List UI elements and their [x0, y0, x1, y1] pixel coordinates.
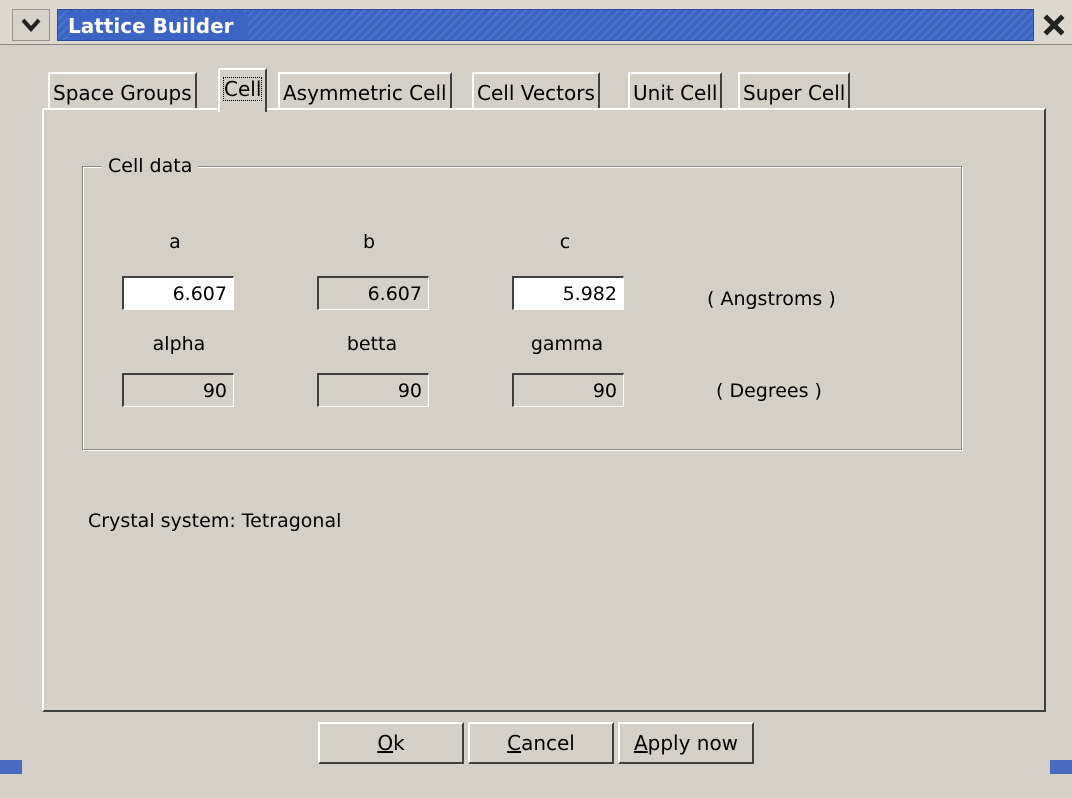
unit-degrees: ( Degrees ): [716, 380, 822, 402]
tab-unit-cell[interactable]: Unit Cell: [628, 72, 723, 110]
tab-cell-vectors[interactable]: Cell Vectors: [472, 72, 600, 110]
tab-label: Cell: [223, 77, 263, 101]
window-edge-left: [0, 760, 22, 774]
window-title: Lattice Builder: [68, 12, 248, 40]
ok-label-rest: k: [393, 731, 405, 755]
tab-label: Unit Cell: [633, 81, 718, 105]
tab-label: Asymmetric Cell: [283, 81, 447, 105]
cell-data-legend: Cell data: [102, 154, 199, 178]
cancel-mnemonic: C: [507, 731, 522, 755]
chevron-down-icon: [21, 18, 41, 33]
field-betta: [317, 373, 429, 407]
crystal-system-label: Crystal system: Tetragonal: [88, 510, 342, 532]
label-b: b: [362, 231, 376, 253]
tab-cell[interactable]: Cell: [218, 68, 268, 112]
cancel-button[interactable]: Cancel: [468, 722, 614, 764]
close-button[interactable]: [1039, 9, 1069, 41]
title-bar: Lattice Builder: [0, 0, 1072, 45]
close-icon: [1043, 14, 1065, 36]
window-menu-button[interactable]: [12, 9, 50, 41]
unit-angstroms: ( Angstroms ): [707, 288, 836, 310]
label-a: a: [169, 231, 181, 253]
tab-label: Super Cell: [743, 81, 846, 105]
apply-now-button[interactable]: Apply now: [618, 722, 754, 764]
lattice-builder-window: Lattice Builder Space Groups Cell Asymme…: [0, 0, 1072, 798]
label-betta: betta: [346, 333, 398, 355]
ok-button[interactable]: Ok: [318, 722, 464, 764]
apply-label-rest: pply now: [647, 731, 739, 755]
field-alpha: [122, 373, 234, 407]
field-a[interactable]: [122, 276, 234, 310]
label-gamma: gamma: [530, 333, 604, 355]
tab-super-cell[interactable]: Super Cell: [738, 72, 851, 110]
tab-label: Space Groups: [53, 81, 192, 105]
field-c[interactable]: [512, 276, 624, 310]
label-alpha: alpha: [152, 333, 206, 355]
ok-mnemonic: O: [377, 731, 394, 755]
label-c: c: [559, 231, 571, 253]
field-gamma: [512, 373, 624, 407]
cancel-label-rest: ancel: [521, 731, 575, 755]
title-bar-strip[interactable]: Lattice Builder: [57, 9, 1034, 41]
tab-space-groups[interactable]: Space Groups: [48, 72, 197, 110]
apply-mnemonic: A: [633, 731, 648, 755]
tab-label: Cell Vectors: [477, 81, 595, 105]
field-b: [317, 276, 429, 310]
tab-asymmetric-cell[interactable]: Asymmetric Cell: [278, 72, 452, 110]
window-edge-right: [1050, 760, 1072, 774]
